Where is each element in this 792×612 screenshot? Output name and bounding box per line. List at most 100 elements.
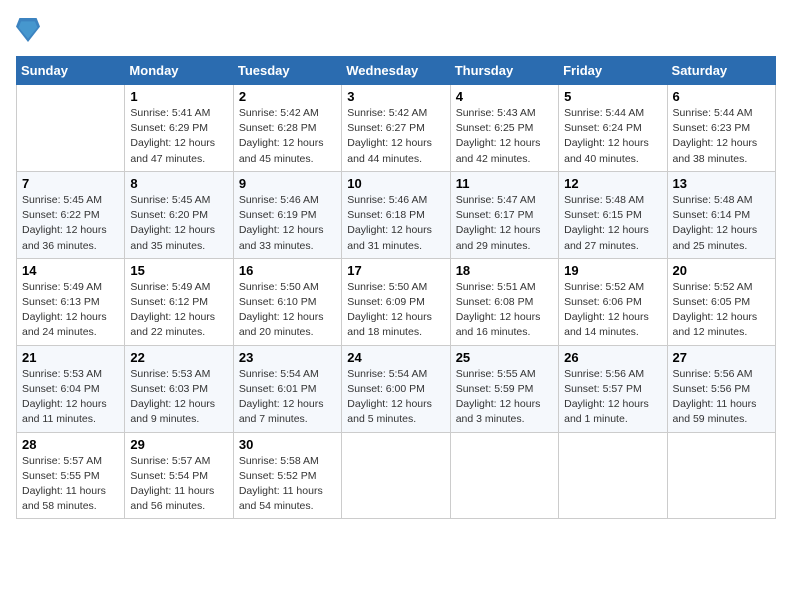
- calendar-week-row: 28Sunrise: 5:57 AM Sunset: 5:55 PM Dayli…: [17, 432, 776, 519]
- day-info: Sunrise: 5:54 AM Sunset: 6:00 PM Dayligh…: [347, 367, 444, 428]
- calendar-cell: 29 Sunrise: 5:57 AM Sunset: 5:54 PM Dayli…: [125, 432, 233, 519]
- calendar-cell: 4 Sunrise: 5:43 AM Sunset: 6:25 PM Daylig…: [450, 85, 558, 172]
- calendar-cell: 19 Sunrise: 5:52 AM Sunset: 6:06 PM Dayli…: [559, 258, 667, 345]
- day-number: 10: [347, 176, 444, 191]
- calendar-cell: [667, 432, 775, 519]
- calendar-cell: 16Sunrise: 5:50 AM Sunset: 6:10 PM Dayli…: [233, 258, 341, 345]
- calendar-cell: 13 Sunrise: 5:48 AM Sunset: 6:14 PM Dayli…: [667, 171, 775, 258]
- day-number: 5: [564, 89, 661, 104]
- day-info: Sunrise: 5:44 AM Sunset: 6:24 PM Dayligh…: [564, 106, 661, 167]
- day-info: Sunrise: 5:41 AM Sunset: 6:29 PM Dayligh…: [130, 106, 227, 167]
- day-info: Sunrise: 5:48 AM Sunset: 6:15 PM Dayligh…: [564, 193, 661, 254]
- header-saturday: Saturday: [667, 57, 775, 85]
- calendar-cell: 28Sunrise: 5:57 AM Sunset: 5:55 PM Dayli…: [17, 432, 125, 519]
- day-number: 19: [564, 263, 661, 278]
- day-info: Sunrise: 5:46 AM Sunset: 6:18 PM Dayligh…: [347, 193, 444, 254]
- day-info: Sunrise: 5:42 AM Sunset: 6:27 PM Dayligh…: [347, 106, 444, 167]
- day-number: 18: [456, 263, 553, 278]
- calendar-cell: 30 Sunrise: 5:58 AM Sunset: 5:52 PM Dayli…: [233, 432, 341, 519]
- day-info: Sunrise: 5:42 AM Sunset: 6:28 PM Dayligh…: [239, 106, 336, 167]
- day-number: 15: [130, 263, 227, 278]
- calendar-cell: 26Sunrise: 5:56 AM Sunset: 5:57 PM Dayli…: [559, 345, 667, 432]
- day-number: 1: [130, 89, 227, 104]
- day-info: Sunrise: 5:55 AM Sunset: 5:59 PM Dayligh…: [456, 367, 553, 428]
- day-info: Sunrise: 5:54 AM Sunset: 6:01 PM Dayligh…: [239, 367, 336, 428]
- calendar-cell: 2 Sunrise: 5:42 AM Sunset: 6:28 PM Daylig…: [233, 85, 341, 172]
- day-info: Sunrise: 5:58 AM Sunset: 5:52 PM Dayligh…: [239, 454, 336, 515]
- calendar-cell: 7 Sunrise: 5:45 AM Sunset: 6:22 PM Daylig…: [17, 171, 125, 258]
- day-number: 30: [239, 437, 336, 452]
- header-thursday: Thursday: [450, 57, 558, 85]
- day-info: Sunrise: 5:49 AM Sunset: 6:12 PM Dayligh…: [130, 280, 227, 341]
- day-info: Sunrise: 5:48 AM Sunset: 6:14 PM Dayligh…: [673, 193, 770, 254]
- day-info: Sunrise: 5:52 AM Sunset: 6:05 PM Dayligh…: [673, 280, 770, 341]
- calendar-table: SundayMondayTuesdayWednesdayThursdayFrid…: [16, 56, 776, 519]
- day-info: Sunrise: 5:52 AM Sunset: 6:06 PM Dayligh…: [564, 280, 661, 341]
- calendar-cell: 9 Sunrise: 5:46 AM Sunset: 6:19 PM Daylig…: [233, 171, 341, 258]
- calendar-cell: 5 Sunrise: 5:44 AM Sunset: 6:24 PM Daylig…: [559, 85, 667, 172]
- day-number: 8: [130, 176, 227, 191]
- calendar-cell: 10 Sunrise: 5:46 AM Sunset: 6:18 PM Dayli…: [342, 171, 450, 258]
- day-number: 13: [673, 176, 770, 191]
- day-number: 26: [564, 350, 661, 365]
- day-info: Sunrise: 5:46 AM Sunset: 6:19 PM Dayligh…: [239, 193, 336, 254]
- day-info: Sunrise: 5:57 AM Sunset: 5:55 PM Dayligh…: [22, 454, 119, 515]
- calendar-cell: 15 Sunrise: 5:49 AM Sunset: 6:12 PM Dayli…: [125, 258, 233, 345]
- day-info: Sunrise: 5:43 AM Sunset: 6:25 PM Dayligh…: [456, 106, 553, 167]
- calendar-cell: 8 Sunrise: 5:45 AM Sunset: 6:20 PM Daylig…: [125, 171, 233, 258]
- page-header: [16, 16, 776, 44]
- header-friday: Friday: [559, 57, 667, 85]
- calendar-cell: [559, 432, 667, 519]
- day-number: 25: [456, 350, 553, 365]
- calendar-cell: 23 Sunrise: 5:54 AM Sunset: 6:01 PM Dayli…: [233, 345, 341, 432]
- day-number: 22: [130, 350, 227, 365]
- calendar-cell: [17, 85, 125, 172]
- calendar-cell: 27 Sunrise: 5:56 AM Sunset: 5:56 PM Dayli…: [667, 345, 775, 432]
- day-number: 6: [673, 89, 770, 104]
- day-info: Sunrise: 5:45 AM Sunset: 6:20 PM Dayligh…: [130, 193, 227, 254]
- calendar-cell: [342, 432, 450, 519]
- calendar-cell: 3 Sunrise: 5:42 AM Sunset: 6:27 PM Daylig…: [342, 85, 450, 172]
- header-tuesday: Tuesday: [233, 57, 341, 85]
- day-number: 17: [347, 263, 444, 278]
- day-number: 27: [673, 350, 770, 365]
- day-number: 24: [347, 350, 444, 365]
- calendar-cell: 18Sunrise: 5:51 AM Sunset: 6:08 PM Dayli…: [450, 258, 558, 345]
- header-wednesday: Wednesday: [342, 57, 450, 85]
- calendar-week-row: 7 Sunrise: 5:45 AM Sunset: 6:22 PM Daylig…: [17, 171, 776, 258]
- day-number: 3: [347, 89, 444, 104]
- day-number: 2: [239, 89, 336, 104]
- header-monday: Monday: [125, 57, 233, 85]
- day-info: Sunrise: 5:53 AM Sunset: 6:04 PM Dayligh…: [22, 367, 119, 428]
- day-number: 23: [239, 350, 336, 365]
- calendar-cell: 12Sunrise: 5:48 AM Sunset: 6:15 PM Dayli…: [559, 171, 667, 258]
- day-number: 29: [130, 437, 227, 452]
- day-info: Sunrise: 5:50 AM Sunset: 6:09 PM Dayligh…: [347, 280, 444, 341]
- calendar-cell: 21 Sunrise: 5:53 AM Sunset: 6:04 PM Dayli…: [17, 345, 125, 432]
- day-number: 21: [22, 350, 119, 365]
- day-info: Sunrise: 5:47 AM Sunset: 6:17 PM Dayligh…: [456, 193, 553, 254]
- calendar-week-row: 21 Sunrise: 5:53 AM Sunset: 6:04 PM Dayli…: [17, 345, 776, 432]
- day-number: 7: [22, 176, 119, 191]
- calendar-cell: 6Sunrise: 5:44 AM Sunset: 6:23 PM Daylig…: [667, 85, 775, 172]
- logo-icon: [16, 16, 40, 44]
- calendar-cell: 1 Sunrise: 5:41 AM Sunset: 6:29 PM Daylig…: [125, 85, 233, 172]
- calendar-week-row: 1 Sunrise: 5:41 AM Sunset: 6:29 PM Daylig…: [17, 85, 776, 172]
- logo: [16, 16, 44, 44]
- header-sunday: Sunday: [17, 57, 125, 85]
- calendar-cell: [450, 432, 558, 519]
- day-number: 16: [239, 263, 336, 278]
- day-number: 11: [456, 176, 553, 191]
- day-info: Sunrise: 5:57 AM Sunset: 5:54 PM Dayligh…: [130, 454, 227, 515]
- calendar-cell: 22 Sunrise: 5:53 AM Sunset: 6:03 PM Dayli…: [125, 345, 233, 432]
- day-info: Sunrise: 5:45 AM Sunset: 6:22 PM Dayligh…: [22, 193, 119, 254]
- day-info: Sunrise: 5:49 AM Sunset: 6:13 PM Dayligh…: [22, 280, 119, 341]
- calendar-cell: 24 Sunrise: 5:54 AM Sunset: 6:00 PM Dayli…: [342, 345, 450, 432]
- day-info: Sunrise: 5:53 AM Sunset: 6:03 PM Dayligh…: [130, 367, 227, 428]
- day-number: 4: [456, 89, 553, 104]
- day-info: Sunrise: 5:56 AM Sunset: 5:56 PM Dayligh…: [673, 367, 770, 428]
- calendar-cell: 25 Sunrise: 5:55 AM Sunset: 5:59 PM Dayli…: [450, 345, 558, 432]
- calendar-week-row: 14Sunrise: 5:49 AM Sunset: 6:13 PM Dayli…: [17, 258, 776, 345]
- day-number: 9: [239, 176, 336, 191]
- calendar-cell: 20Sunrise: 5:52 AM Sunset: 6:05 PM Dayli…: [667, 258, 775, 345]
